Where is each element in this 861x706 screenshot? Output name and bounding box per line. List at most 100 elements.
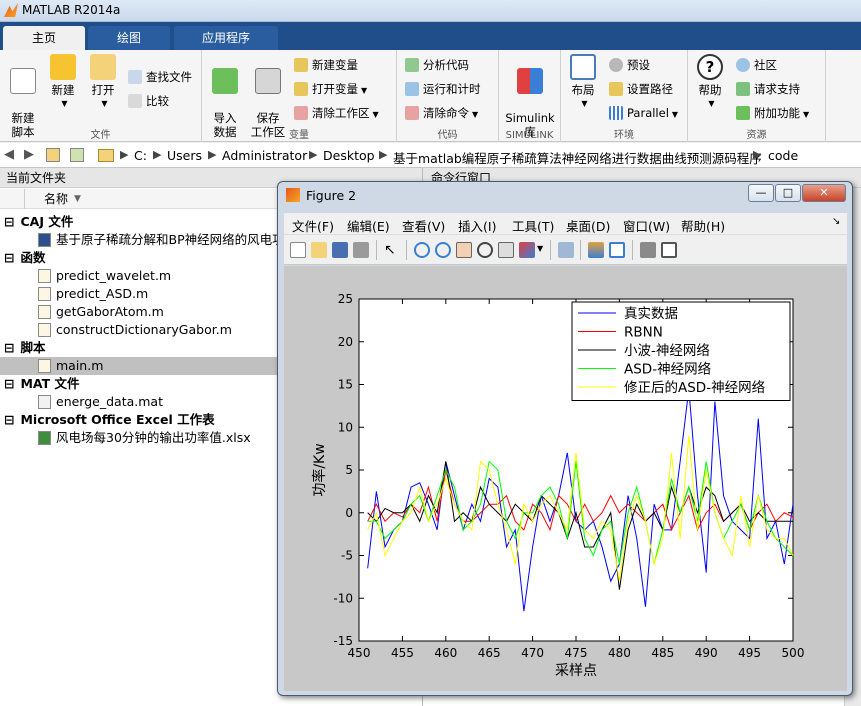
clear-commands-icon — [405, 106, 419, 120]
print-icon[interactable] — [353, 242, 369, 258]
rotate-icon[interactable] — [477, 242, 493, 258]
layout-button[interactable]: 布局 ▼ — [565, 54, 601, 111]
breadcrumb-item[interactable]: Administrator — [222, 148, 307, 163]
close-button[interactable]: ✕ — [802, 184, 846, 202]
link-plot-icon[interactable] — [558, 242, 574, 258]
clear-commands-button[interactable]: 清除命令 ▼ — [405, 103, 478, 123]
clear-workspace-button[interactable]: 清除工作区 ▼ — [294, 103, 379, 123]
find-files-label: 查找文件 — [146, 70, 192, 84]
y-tick-label: -15 — [333, 634, 353, 648]
toolbar-separator — [632, 240, 633, 260]
breadcrumb-item[interactable]: C: — [134, 148, 147, 163]
compare-button[interactable]: 比较 — [128, 91, 169, 111]
clear-workspace-label: 清除工作区 — [312, 106, 370, 120]
legend-icon[interactable] — [609, 242, 625, 258]
caj-file-icon — [38, 233, 51, 247]
new-variable-button[interactable]: 新建变量 — [294, 55, 358, 75]
find-files-button[interactable]: 查找文件 — [128, 67, 192, 87]
breadcrumb-separator: ▶ — [120, 148, 129, 161]
breadcrumb-item[interactable]: 基于matlab编程原子稀疏算法神经网络进行数据曲线预测源码程序 — [393, 148, 762, 167]
brush-icon[interactable] — [519, 242, 535, 258]
run-time-label: 运行和计时 — [423, 82, 481, 96]
y-tick-label: -10 — [333, 591, 353, 605]
open-variable-icon — [294, 82, 308, 96]
community-button[interactable]: 社区 — [736, 55, 777, 75]
analyze-label: 分析代码 — [423, 58, 469, 72]
menu-file[interactable]: 文件(F) — [292, 216, 334, 235]
figure-title: Figure 2 — [306, 188, 357, 203]
ribbon-group-file: 新建 脚本 新建 ▼ 打开 ▼ 查找文件 比较 文件 — [0, 50, 202, 142]
legend-label: 修正后的ASD-神经网络 — [624, 380, 766, 396]
dock-arrow-icon[interactable]: ↘ — [832, 216, 840, 227]
show-tools-icon[interactable] — [661, 242, 677, 258]
browse-folder-icon[interactable] — [70, 148, 84, 162]
open-file-icon[interactable] — [311, 242, 327, 258]
forward-arrow-icon[interactable]: ▶ — [24, 147, 34, 162]
set-path-button[interactable]: 设置路径 — [609, 79, 673, 99]
find-files-icon — [128, 70, 142, 84]
compare-icon — [128, 94, 142, 108]
new-figure-icon[interactable] — [290, 242, 306, 258]
parallel-button[interactable]: Parallel ▼ — [609, 103, 678, 123]
community-icon — [736, 58, 750, 72]
compare-label: 比较 — [146, 94, 169, 108]
menu-desktop[interactable]: 桌面(D) — [566, 216, 610, 235]
import-icon — [212, 68, 238, 94]
tab-apps[interactable]: 应用程序 — [174, 26, 278, 50]
y-tick-label: 0 — [345, 506, 353, 520]
maximize-button[interactable]: □ — [775, 184, 801, 202]
menu-help[interactable]: 帮助(H) — [681, 216, 725, 235]
open-variable-button[interactable]: 打开变量 ▼ — [294, 79, 367, 99]
tab-home[interactable]: 主页 — [3, 26, 85, 50]
analyze-code-button[interactable]: 分析代码 — [405, 55, 469, 75]
m-file-icon — [38, 323, 51, 337]
back-arrow-icon[interactable]: ◀ — [4, 147, 14, 162]
x-tick-label: 475 — [565, 646, 588, 660]
menu-edit[interactable]: 编辑(E) — [347, 216, 390, 235]
breadcrumb-item[interactable]: Desktop — [323, 148, 375, 163]
menu-view[interactable]: 查看(V) — [402, 216, 445, 235]
layout-label: 布局 — [571, 83, 595, 97]
up-folder-icon[interactable] — [46, 148, 60, 162]
app-title: MATLAB R2014a — [22, 3, 121, 17]
zoom-in-icon[interactable] — [414, 242, 430, 258]
add-ons-label: 附加功能 — [754, 106, 800, 120]
gear-icon — [609, 58, 623, 72]
menu-tools[interactable]: 工具(T) — [512, 216, 554, 235]
brush-dropdown-icon[interactable]: ▼ — [537, 244, 543, 253]
breadcrumb-item[interactable]: Users — [167, 148, 202, 163]
collapse-icon: ⊟ — [4, 340, 15, 355]
run-time-button[interactable]: 运行和计时 — [405, 79, 481, 99]
pointer-icon[interactable]: ↖ — [384, 242, 400, 258]
collapse-icon: ⊟ — [4, 250, 15, 265]
m-file-icon — [38, 269, 51, 283]
community-label: 社区 — [754, 58, 777, 72]
open-button[interactable]: 打开 ▼ — [86, 54, 120, 111]
toolbar-separator — [550, 240, 551, 260]
new-variable-icon — [294, 58, 308, 72]
save-icon[interactable] — [332, 242, 348, 258]
menu-window[interactable]: 窗口(W) — [623, 216, 670, 235]
file-name: energe_data.mat — [56, 394, 163, 409]
colorbar-icon[interactable] — [588, 242, 604, 258]
breadcrumb-item[interactable]: code — [768, 148, 798, 163]
help-button[interactable]: ? 帮助 ▼ — [694, 54, 726, 111]
data-cursor-icon[interactable] — [498, 242, 514, 258]
new-button[interactable]: 新建 ▼ — [46, 54, 80, 111]
clear-workspace-icon — [294, 106, 308, 120]
x-axis-label: 采样点 — [555, 663, 597, 679]
support-icon — [736, 82, 750, 96]
folder-icon — [98, 149, 114, 162]
excel-file-icon — [38, 431, 51, 445]
minimize-button[interactable]: — — [748, 184, 774, 202]
menu-insert[interactable]: 插入(I) — [458, 216, 496, 235]
pan-hand-icon[interactable] — [456, 242, 472, 258]
zoom-out-icon[interactable] — [435, 242, 451, 258]
simulink-library-button[interactable]: Simulink 库 — [503, 54, 557, 139]
tab-plots[interactable]: 绘图 — [88, 26, 170, 50]
add-ons-button[interactable]: 附加功能 ▼ — [736, 103, 809, 123]
request-support-button[interactable]: 请求支持 — [736, 79, 800, 99]
breadcrumb-separator: ▶ — [153, 148, 162, 161]
hide-tools-icon[interactable] — [640, 242, 656, 258]
preferences-button[interactable]: 预设 — [609, 55, 650, 75]
